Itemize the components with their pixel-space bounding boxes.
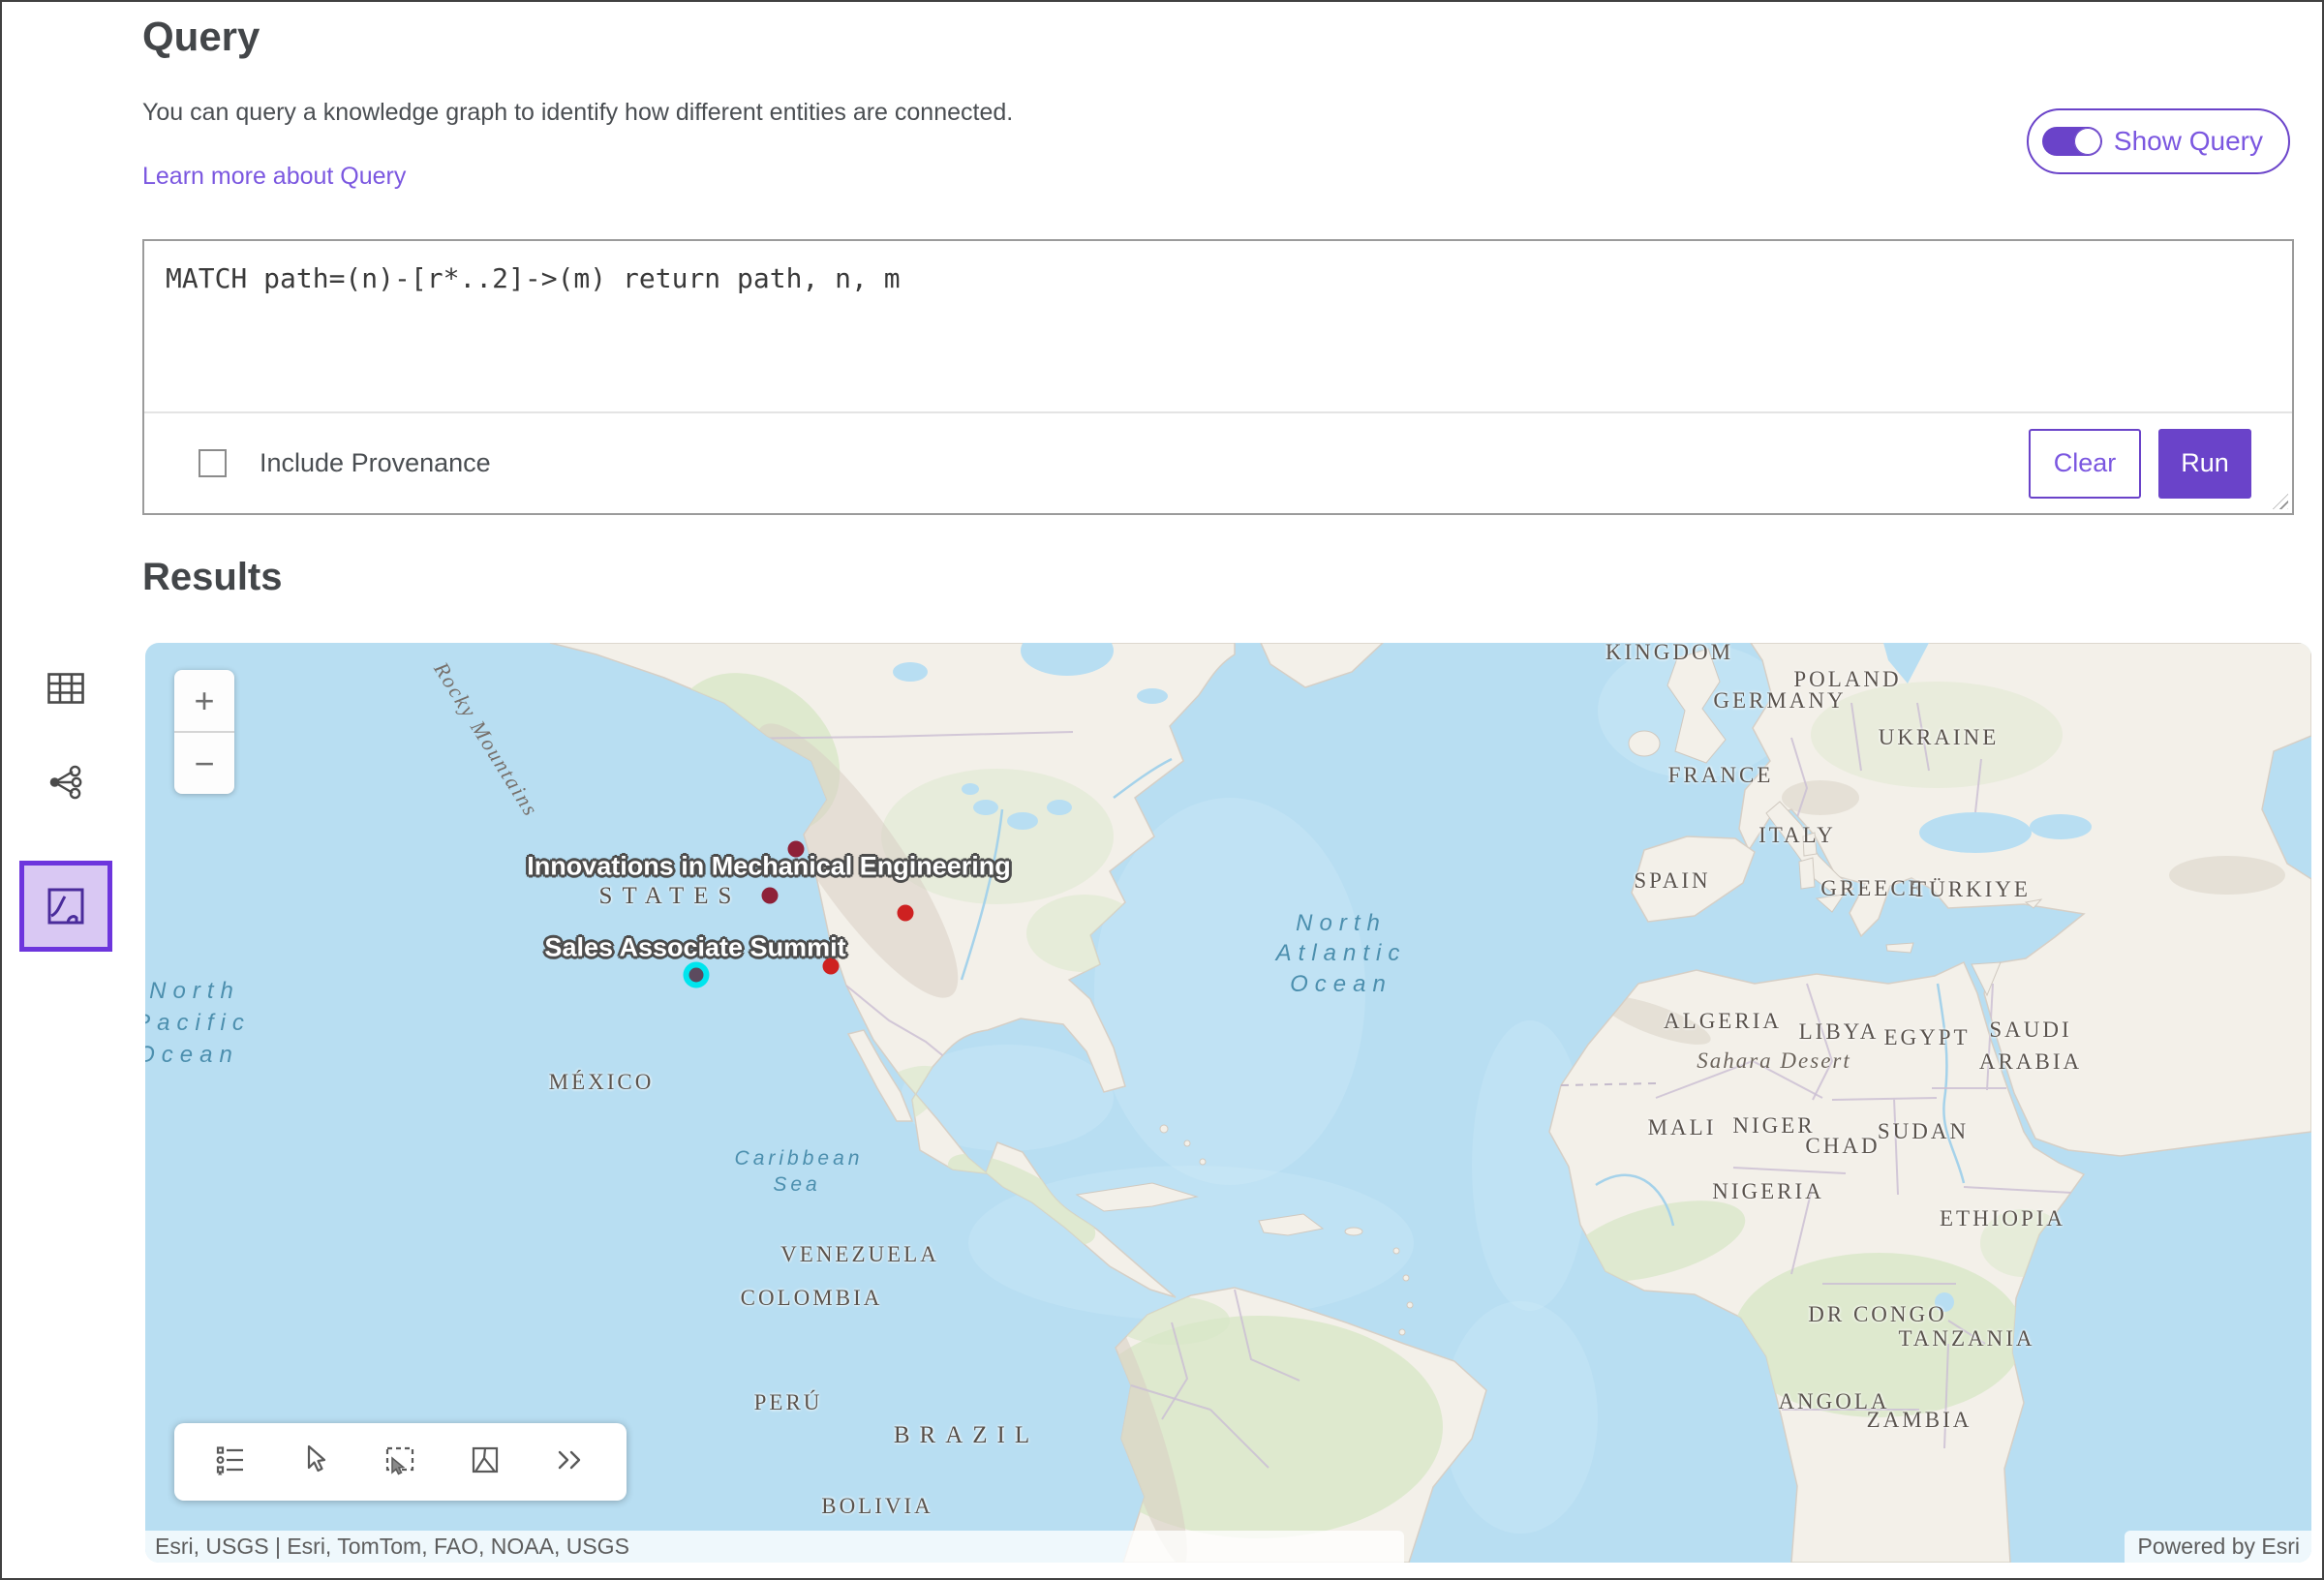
expand-tools-icon xyxy=(553,1445,588,1479)
map-view-button[interactable] xyxy=(19,861,112,952)
show-query-label: Show Query xyxy=(2114,126,2263,157)
map-zoom-control: + − xyxy=(174,670,234,794)
table-icon xyxy=(47,673,84,704)
query-actions-row: Include Provenance Clear Run xyxy=(144,413,2292,513)
map-icon xyxy=(46,887,85,926)
learn-more-link[interactable]: Learn more about Query xyxy=(142,163,406,191)
page-description: You can query a knowledge graph to ident… xyxy=(142,99,1013,127)
results-title: Results xyxy=(142,556,283,599)
toggle-switch-icon[interactable] xyxy=(2042,127,2102,156)
select-rectangle-icon xyxy=(383,1444,416,1480)
results-view-switcher xyxy=(19,673,112,952)
include-provenance-checkbox[interactable] xyxy=(199,449,227,477)
table-view-button[interactable] xyxy=(19,673,112,704)
page-title: Query xyxy=(142,14,260,60)
zoom-out-button[interactable]: − xyxy=(174,733,234,794)
entity-label: Innovations in Mechanical Engineering xyxy=(527,852,1011,882)
layer-list-icon xyxy=(215,1444,246,1480)
clear-button[interactable]: Clear xyxy=(2029,429,2141,499)
select-polygon-icon xyxy=(470,1444,501,1480)
query-input[interactable]: MATCH path=(n)-[r*..2]->(m) return path,… xyxy=(144,241,2292,413)
map-toolbar xyxy=(174,1423,627,1501)
show-query-toggle[interactable]: Show Query xyxy=(2027,108,2290,174)
select-cursor-icon xyxy=(301,1444,330,1480)
query-page: Query You can query a knowledge graph to… xyxy=(0,0,2324,1580)
query-panel: MATCH path=(n)-[r*..2]->(m) return path,… xyxy=(142,239,2294,515)
toggle-knob xyxy=(2074,128,2101,155)
entity-label: Sales Associate Summit xyxy=(544,933,845,963)
run-button[interactable]: Run xyxy=(2158,429,2251,499)
select-rectangle-button[interactable] xyxy=(379,1441,421,1483)
link-chart-view-button[interactable] xyxy=(19,764,112,801)
results-map[interactable]: KINGDOMPOLANDGERMANYUKRAINEFRANCEITALYSP… xyxy=(145,643,2311,1563)
expand-tools-button[interactable] xyxy=(549,1441,592,1483)
link-chart-icon xyxy=(47,764,84,801)
layer-list-button[interactable] xyxy=(209,1441,252,1483)
zoom-in-button[interactable]: + xyxy=(174,670,234,731)
select-polygon-button[interactable] xyxy=(464,1441,506,1483)
include-provenance-label: Include Provenance xyxy=(260,448,491,478)
select-cursor-button[interactable] xyxy=(294,1441,337,1483)
